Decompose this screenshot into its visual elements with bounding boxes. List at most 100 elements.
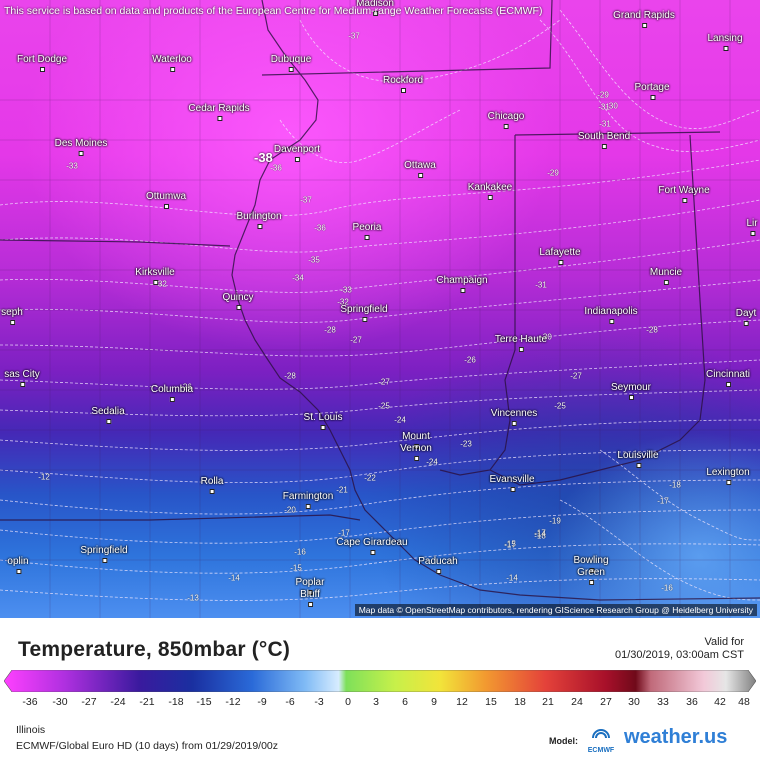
legend-tick-label: 30 <box>628 696 640 708</box>
legend-tick-label: -9 <box>257 696 267 708</box>
legend-tick-label: 48 <box>738 696 750 708</box>
valid-for-label: Valid for <box>704 636 744 648</box>
city-name: Mount <box>402 431 430 442</box>
legend-tick-label: 9 <box>431 696 437 708</box>
city-name: Paducah <box>418 556 458 567</box>
isotherm-label: -36 <box>314 223 326 233</box>
city-name: Sedalia <box>91 406 125 417</box>
city-label: Ottawa <box>404 160 436 178</box>
legend-ticks: -36 -30 -27 -24 -21 -18 -15 -12 -9 -6 -3 0 3 6 9 12 15 18… <box>0 696 760 710</box>
city-label: Green <box>577 567 605 585</box>
isotherm-label: -13 <box>187 593 199 603</box>
isotherm-label: -28 <box>284 371 296 381</box>
weather-us-logo[interactable]: weather.us <box>624 726 727 749</box>
isotherm-label: -35 <box>308 255 320 265</box>
isotherm-label: -31 <box>599 119 611 129</box>
city-label: Burlington <box>236 211 282 229</box>
ecmwf-logo-text: ECMWF <box>588 747 615 754</box>
city-dot <box>10 320 15 325</box>
isotherm-label: -14 <box>534 529 546 539</box>
legend-tick-label: -6 <box>285 696 295 708</box>
city-name: Bluff <box>300 589 320 600</box>
city-label: Poplar <box>296 577 324 595</box>
city-label: Cape Girardeau <box>336 537 408 555</box>
city-label: Bluff <box>300 589 320 607</box>
model-info: ECMWF/Global Euro HD (10 days) from 01/2… <box>16 740 279 752</box>
city-label: Grand Rapids <box>613 10 675 28</box>
city-dot <box>723 46 728 51</box>
city-dot <box>510 487 515 492</box>
city-label: Indianapolis <box>584 306 638 324</box>
city-label: sas City <box>4 369 40 387</box>
city-dot <box>601 144 607 149</box>
valid-time: 01/30/2019, 03:00am CST <box>614 649 744 661</box>
city-name: St. Louis <box>303 412 343 423</box>
city-label: Des Moines <box>54 138 108 156</box>
city-name: Cincinnati <box>706 369 750 380</box>
city-name: Kankakee <box>467 182 513 193</box>
legend-tick-label: -21 <box>139 696 155 708</box>
city-label: Quincy <box>222 292 254 310</box>
city-label: Dubuque <box>271 54 311 72</box>
legend-tick-label: 33 <box>657 696 669 708</box>
legend-tick-label: 6 <box>402 696 408 708</box>
isotherm-label: -28 <box>324 325 336 335</box>
temperature-map[interactable]: -37 -33 -36 -37 -36 -35 -34 -33 -32 -29 -30 -31 -29-… <box>0 0 760 618</box>
city-dot <box>152 280 158 285</box>
legend-tick-label: 42 <box>714 696 726 708</box>
isotherm-label: -15 <box>290 563 302 573</box>
isotherm-label: -16 <box>661 583 673 593</box>
city-label: Vernon <box>400 443 432 461</box>
city-dot <box>628 395 634 400</box>
isotherm-label: -34 <box>292 273 304 283</box>
city-label: Mount <box>402 431 430 449</box>
city-label: Dayt <box>735 308 757 326</box>
city-name: Davenport <box>273 144 321 155</box>
isotherm-label: -29 <box>597 90 609 100</box>
isotherm-label: -33 <box>66 161 78 171</box>
city-name: Columbia <box>150 384 194 395</box>
city-name: Chicago <box>487 111 525 122</box>
city-label: Cedar Rapids <box>188 103 250 121</box>
legend-tick-label: 21 <box>542 696 554 708</box>
region-name: Illinois <box>16 724 46 736</box>
city-name: Waterloo <box>152 54 192 65</box>
legend-tick-label: 0 <box>345 696 351 708</box>
city-dot <box>558 260 563 265</box>
isotherm-label: -23 <box>460 439 472 449</box>
isotherm-label: -37 <box>348 31 360 41</box>
city-name: seph <box>1 307 23 318</box>
map-attribution: Map data © OpenStreetMap contributors, r… <box>354 604 757 616</box>
map-title: Temperature, 850mbar (°C) <box>18 638 291 661</box>
city-label: Muncie <box>650 267 682 285</box>
city-dot <box>503 124 509 129</box>
city-name: Des Moines <box>54 138 108 149</box>
city-label: Ottumwa <box>145 191 187 209</box>
city-dot <box>365 235 370 240</box>
city-name: Fort Wayne <box>658 185 710 196</box>
city-dot <box>170 67 175 72</box>
city-label: Lansing <box>707 33 743 51</box>
isotherm-label: -25 <box>554 401 566 411</box>
city-dot <box>236 305 241 310</box>
minimum-temperature-marker: -38 <box>254 150 273 165</box>
city-label: Lexington <box>706 467 750 485</box>
valid-time-block: Valid for 01/30/2019, 03:00am CST <box>615 636 744 662</box>
city-label: oplin <box>7 556 29 574</box>
city-dot <box>361 317 367 322</box>
city-name: Burlington <box>236 211 282 222</box>
city-label: Evansville <box>489 474 535 492</box>
city-dot <box>744 321 749 326</box>
city-name: Ottumwa <box>145 191 187 202</box>
city-label: Seymour <box>611 382 651 400</box>
city-label: St. Louis <box>303 412 343 430</box>
city-name: oplin <box>7 556 29 567</box>
city-name: Dayt <box>735 308 757 319</box>
city-dot <box>40 67 45 72</box>
legend-tick-label: -15 <box>196 696 212 708</box>
city-dot <box>101 558 107 563</box>
city-dot <box>289 67 294 72</box>
map-footer: Temperature, 850mbar (°C) Valid for 01/3… <box>0 618 760 760</box>
city-dot <box>588 580 594 585</box>
city-dot <box>435 569 441 574</box>
